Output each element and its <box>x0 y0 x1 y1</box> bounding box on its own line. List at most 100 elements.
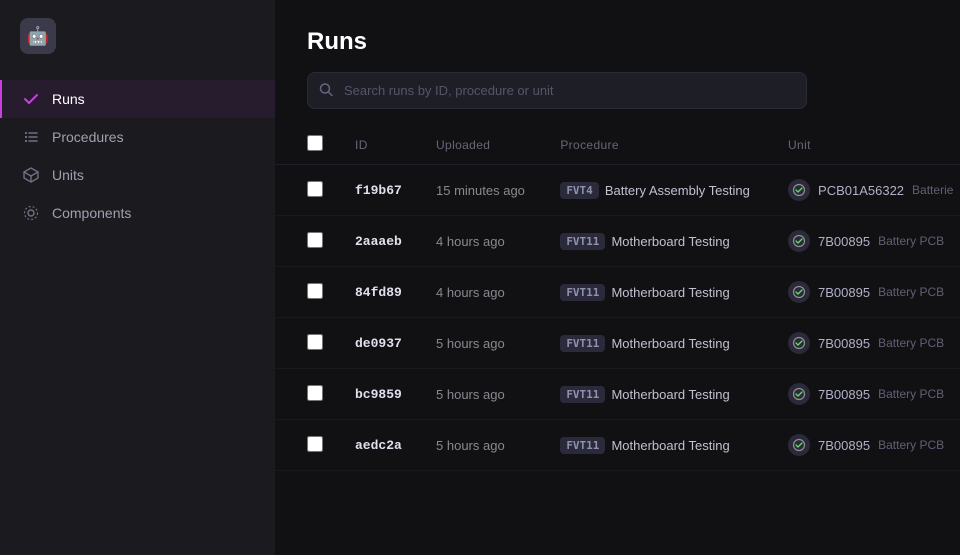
column-header-checkbox <box>275 125 339 165</box>
run-id-cell: f19b67 <box>339 165 420 216</box>
unit-type: Battery PCB <box>878 387 944 401</box>
unit-avatar <box>788 434 810 456</box>
uploaded-time: 4 hours ago <box>436 234 505 249</box>
unit-id: 7B00895 <box>818 336 870 351</box>
run-id: de0937 <box>355 336 402 351</box>
search-bar <box>307 72 807 109</box>
run-id: aedc2a <box>355 438 402 453</box>
app-logo: 🤖 <box>20 18 56 54</box>
row-checkbox[interactable] <box>307 334 323 350</box>
proc-tag: FVT11 <box>560 233 605 250</box>
uploaded-cell: 4 hours ago <box>420 216 544 267</box>
uploaded-cell: 5 hours ago <box>420 420 544 471</box>
row-checkbox[interactable] <box>307 232 323 248</box>
unit-id: 7B00895 <box>818 438 870 453</box>
column-header-procedure: Procedure <box>544 125 772 165</box>
table-body: f19b67 15 minutes ago FVT4 Battery Assem… <box>275 165 960 471</box>
sidebar-item-units[interactable]: Units <box>0 156 275 194</box>
list-icon <box>22 128 40 146</box>
unit-avatar <box>788 230 810 252</box>
table-row[interactable]: 2aaaeb 4 hours ago FVT11 Motherboard Tes… <box>275 216 960 267</box>
table-row[interactable]: 84fd89 4 hours ago FVT11 Motherboard Tes… <box>275 267 960 318</box>
unit-type: Batterie <box>912 183 953 197</box>
run-id: 84fd89 <box>355 285 402 300</box>
row-checkbox[interactable] <box>307 385 323 401</box>
row-checkbox[interactable] <box>307 436 323 452</box>
unit-type: Battery PCB <box>878 285 944 299</box>
uploaded-time: 15 minutes ago <box>436 183 525 198</box>
unit-id: 7B00895 <box>818 285 870 300</box>
row-checkbox-cell <box>275 216 339 267</box>
procedure-cell: FVT11 Motherboard Testing <box>544 420 772 471</box>
sidebar-item-units-label: Units <box>52 167 84 183</box>
uploaded-cell: 4 hours ago <box>420 267 544 318</box>
box-icon <box>22 166 40 184</box>
table-row[interactable]: de0937 5 hours ago FVT11 Motherboard Tes… <box>275 318 960 369</box>
sidebar-item-runs-label: Runs <box>52 91 85 107</box>
uploaded-time: 5 hours ago <box>436 438 505 453</box>
uploaded-cell: 15 minutes ago <box>420 165 544 216</box>
procedure-cell: FVT11 Motherboard Testing <box>544 318 772 369</box>
sidebar-item-runs[interactable]: Runs <box>0 80 275 118</box>
column-header-uploaded: Uploaded <box>420 125 544 165</box>
run-id-cell: 2aaaeb <box>339 216 420 267</box>
table-row[interactable]: f19b67 15 minutes ago FVT4 Battery Assem… <box>275 165 960 216</box>
uploaded-time: 5 hours ago <box>436 387 505 402</box>
check-icon <box>22 90 40 108</box>
run-id-cell: aedc2a <box>339 420 420 471</box>
table-row[interactable]: bc9859 5 hours ago FVT11 Motherboard Tes… <box>275 369 960 420</box>
proc-tag: FVT4 <box>560 182 599 199</box>
unit-type: Battery PCB <box>878 234 944 248</box>
sidebar-item-components-label: Components <box>52 205 131 221</box>
unit-avatar <box>788 179 810 201</box>
proc-name: Motherboard Testing <box>611 285 729 300</box>
unit-type: Battery PCB <box>878 438 944 452</box>
table-header: ID Uploaded Procedure Unit <box>275 125 960 165</box>
procedure-cell: FVT11 Motherboard Testing <box>544 267 772 318</box>
proc-name: Motherboard Testing <box>611 234 729 249</box>
column-header-unit: Unit <box>772 125 960 165</box>
row-checkbox-cell <box>275 369 339 420</box>
sidebar-item-procedures[interactable]: Procedures <box>0 118 275 156</box>
search-input[interactable] <box>307 72 807 109</box>
unit-type: Battery PCB <box>878 336 944 350</box>
proc-tag: FVT11 <box>560 335 605 352</box>
proc-tag: FVT11 <box>560 437 605 454</box>
unit-avatar <box>788 281 810 303</box>
page-title: Runs <box>307 28 928 56</box>
column-header-id: ID <box>339 125 420 165</box>
unit-cell: PCB01A56322 Batterie <box>772 165 960 216</box>
main-content: Runs ID Uploaded Procedure <box>275 0 960 555</box>
proc-name: Motherboard Testing <box>611 438 729 453</box>
run-id: bc9859 <box>355 387 402 402</box>
sidebar-logo: 🤖 <box>0 0 275 72</box>
unit-cell: 7B00895 Battery PCB <box>772 369 960 420</box>
runs-table-container: ID Uploaded Procedure Unit f19b67 15 <box>275 125 960 555</box>
sidebar-nav: Runs Procedures <box>0 72 275 240</box>
run-id-cell: bc9859 <box>339 369 420 420</box>
sidebar-item-components[interactable]: Components <box>0 194 275 232</box>
uploaded-time: 5 hours ago <box>436 336 505 351</box>
proc-name: Motherboard Testing <box>611 336 729 351</box>
row-checkbox[interactable] <box>307 283 323 299</box>
table-row[interactable]: aedc2a 5 hours ago FVT11 Motherboard Tes… <box>275 420 960 471</box>
runs-table: ID Uploaded Procedure Unit f19b67 15 <box>275 125 960 471</box>
run-id-cell: de0937 <box>339 318 420 369</box>
unit-cell: 7B00895 Battery PCB <box>772 318 960 369</box>
sidebar: 🤖 Runs Procedures <box>0 0 275 555</box>
uploaded-cell: 5 hours ago <box>420 318 544 369</box>
uploaded-cell: 5 hours ago <box>420 369 544 420</box>
proc-tag: FVT11 <box>560 284 605 301</box>
run-id-cell: 84fd89 <box>339 267 420 318</box>
procedure-cell: FVT11 Motherboard Testing <box>544 369 772 420</box>
row-checkbox-cell <box>275 318 339 369</box>
row-checkbox[interactable] <box>307 181 323 197</box>
unit-cell: 7B00895 Battery PCB <box>772 420 960 471</box>
search-icon <box>319 82 333 99</box>
uploaded-time: 4 hours ago <box>436 285 505 300</box>
proc-name: Motherboard Testing <box>611 387 729 402</box>
component-icon <box>22 204 40 222</box>
run-id: 2aaaeb <box>355 234 402 249</box>
run-id: f19b67 <box>355 183 402 198</box>
select-all-checkbox[interactable] <box>307 135 323 151</box>
